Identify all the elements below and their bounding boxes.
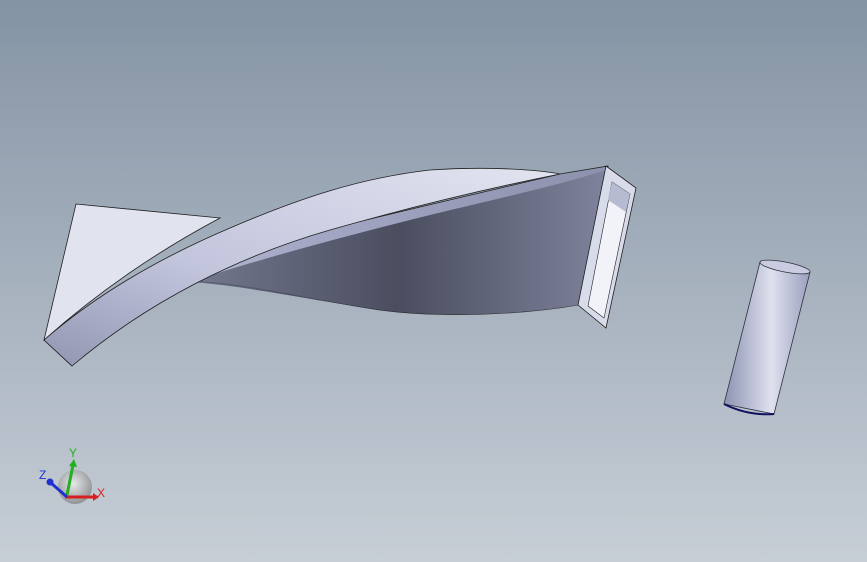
triad-ball xyxy=(58,470,92,504)
model-scene[interactable]: X Y Z xyxy=(0,0,867,562)
twisted-duct-model[interactable] xyxy=(43,165,637,367)
triad-z-tip xyxy=(46,478,54,486)
triad-y-arrow xyxy=(69,459,77,467)
triad-y-label: Y xyxy=(69,446,77,460)
triad-z-label: Z xyxy=(39,468,46,482)
graphics-viewport[interactable]: X Y Z xyxy=(0,0,867,562)
triad-x-label: X xyxy=(97,486,105,500)
reference-triad: X Y Z xyxy=(39,446,105,504)
cylinder-model[interactable] xyxy=(723,257,811,416)
cylinder-body xyxy=(723,261,811,415)
